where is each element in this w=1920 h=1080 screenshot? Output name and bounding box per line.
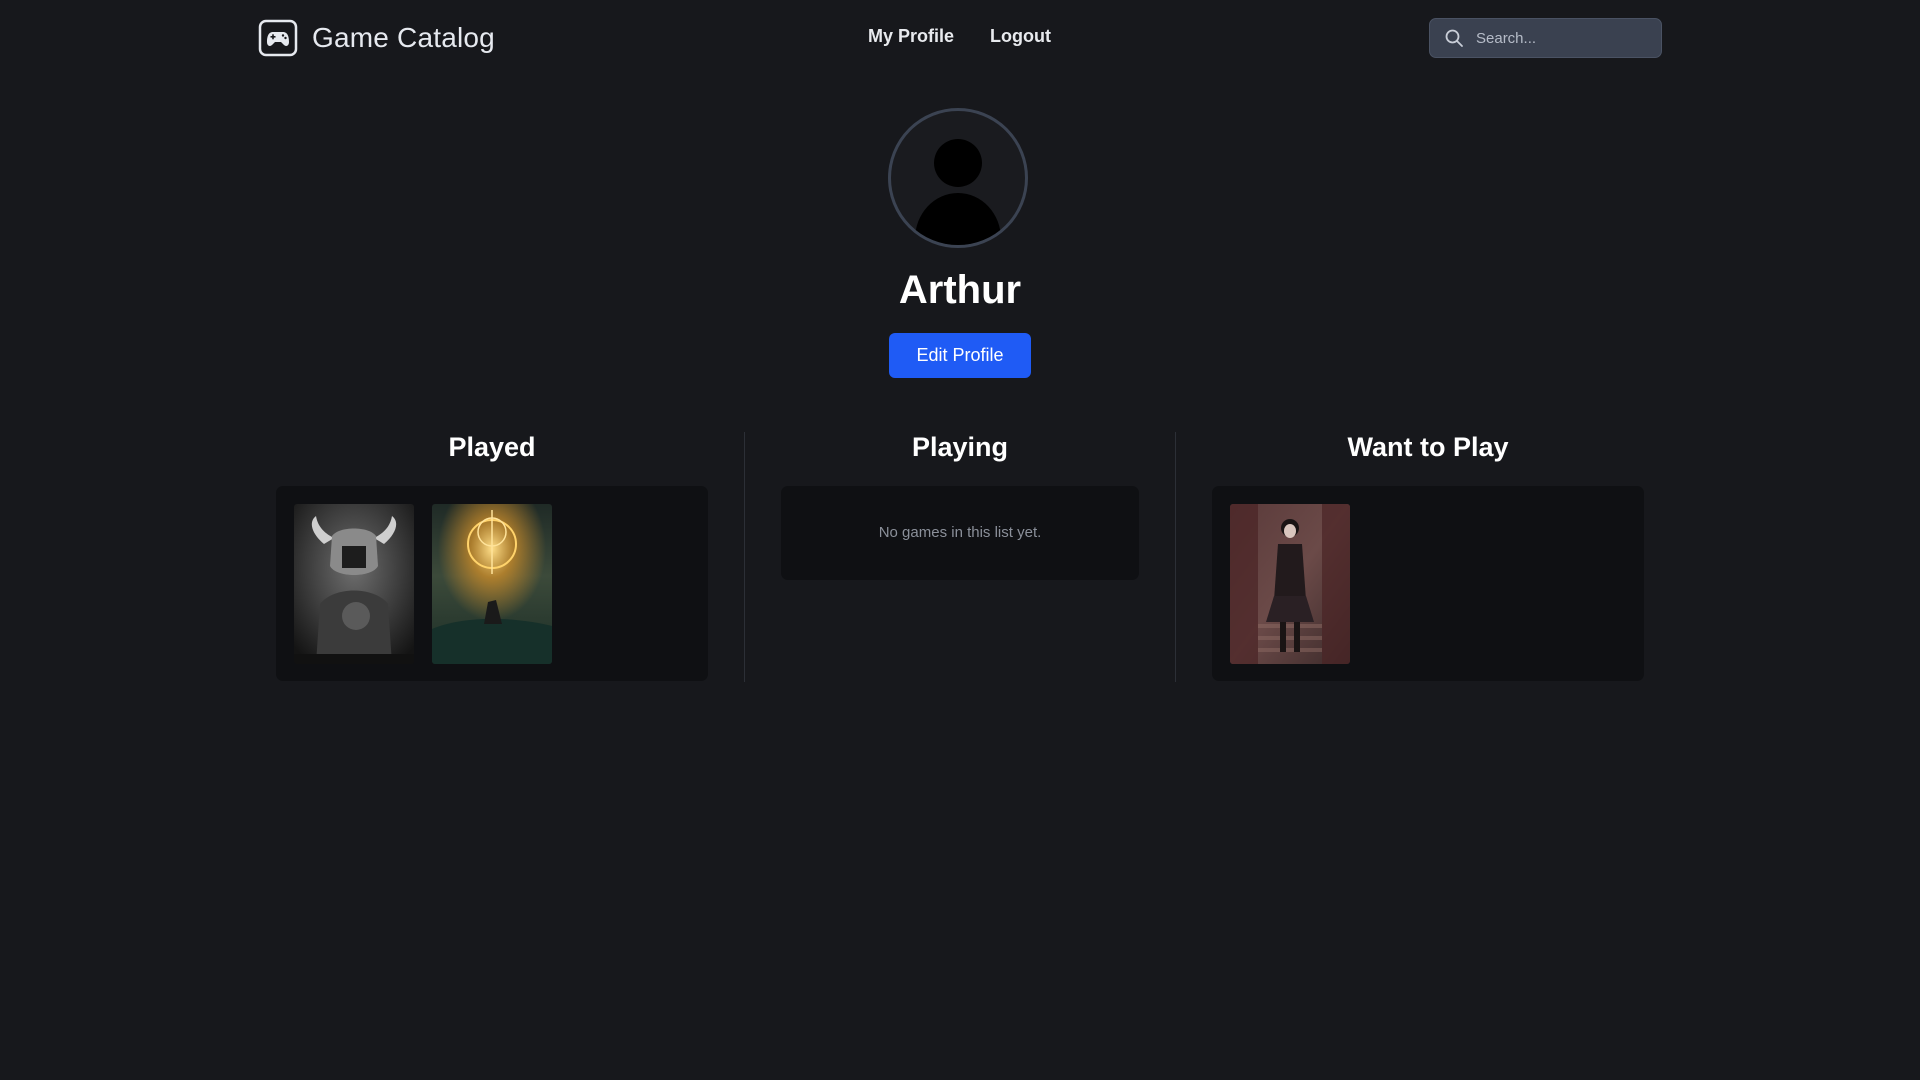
playing-list-panel: No games in this list yet. — [781, 486, 1139, 580]
search-icon — [1445, 29, 1463, 47]
empty-list-message: No games in this list yet. — [878, 524, 1042, 541]
avatar — [888, 108, 1028, 248]
want-to-play-list-panel — [1212, 486, 1644, 681]
list-title-want-to-play: Want to Play — [1347, 432, 1509, 462]
list-title-playing: Playing — [911, 432, 1009, 462]
golden-ring-cover — [432, 504, 552, 664]
column-divider — [744, 432, 745, 682]
user-silhouette-icon — [915, 139, 1001, 245]
nav-logout[interactable]: Logout — [990, 26, 1051, 47]
game-cover[interactable] — [1230, 504, 1350, 664]
edit-profile-button[interactable]: Edit Profile — [889, 333, 1031, 378]
played-list-panel — [276, 486, 708, 681]
top-navbar: Game Catalog My Profile Logout — [0, 0, 1920, 78]
brand-title: Game Catalog — [312, 22, 495, 53]
column-divider — [1175, 432, 1176, 682]
search-box[interactable] — [1429, 18, 1662, 58]
list-title-played: Played — [448, 432, 536, 462]
profile-username: Arthur — [898, 268, 1022, 312]
game-cover[interactable] — [294, 504, 414, 664]
brand-link[interactable]: Game Catalog — [258, 19, 495, 57]
gamepad-icon — [258, 19, 298, 57]
game-cover[interactable] — [432, 504, 552, 664]
girl-on-stairs-cover — [1230, 504, 1350, 664]
search-input[interactable] — [1474, 28, 1658, 48]
nav-my-profile[interactable]: My Profile — [868, 26, 954, 47]
armored-warrior-cover — [294, 504, 414, 664]
main-nav: My Profile Logout — [868, 26, 1051, 47]
